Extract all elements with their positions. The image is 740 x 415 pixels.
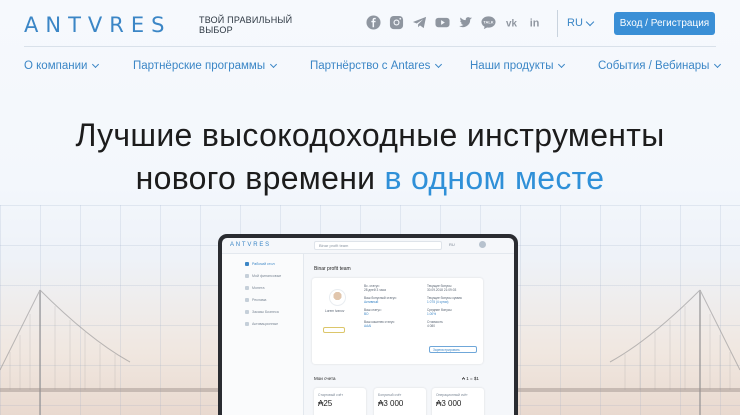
square-icon (245, 262, 249, 266)
profile-badge (323, 327, 345, 333)
brand-logo[interactable]: ANTVRES (24, 13, 171, 37)
nav-item-label: О компании (24, 60, 88, 72)
square-icon (245, 286, 249, 290)
nav-item-label: Наши продукты (470, 60, 554, 72)
screen-sidebar-item: Рабочий стол (245, 262, 275, 266)
card-value: 30.09.2018 21:09:03 (427, 288, 457, 292)
screen-search: Binar profit team (314, 241, 442, 250)
screen-sidebar-label: Активационные (252, 322, 279, 326)
vk-icon-label: vk (506, 18, 517, 29)
twitter-icon[interactable] (458, 15, 473, 30)
profile-name: Lorem Ivanov (325, 309, 345, 313)
nav-item-products[interactable]: Наши продукты (470, 60, 566, 72)
card-value: Активный (364, 300, 379, 304)
account-label: Стартовый счёт (318, 393, 343, 397)
account-card: Стартовый счёт ₳25 (314, 388, 366, 415)
account-label: Бонусный счёт (378, 393, 402, 397)
screen-title: Binar profit team (314, 266, 351, 272)
hero-title-plain: нового времени (135, 160, 385, 196)
nav-item-partner-programs[interactable]: Партнёрские программы (133, 60, 278, 72)
language-selector[interactable]: RU (567, 17, 595, 29)
telegram-icon[interactable] (412, 15, 427, 30)
nav-item-label: Партнёрство с Antares (310, 60, 431, 72)
laptop-mockup: ANTVRES Binar profit team RU Рабочий сто… (218, 234, 518, 415)
account-value: ₳25 (318, 399, 333, 408)
site-header: ANTVRES ТВОЙ ПРАВИЛЬНЫЙ ВЫБОР TALK vk in (0, 0, 740, 48)
social-links: TALK vk in (366, 15, 542, 30)
screen-sidebar-item: Активационные (245, 322, 279, 326)
tagline-line1: ТВОЙ ПРАВИЛЬНЫЙ (199, 15, 293, 25)
brand-tagline: ТВОЙ ПРАВИЛЬНЫЙ ВЫБОР (199, 15, 292, 35)
screen-logo: ANTVRES (230, 242, 271, 248)
nav-item-label: Партнёрские программы (133, 60, 266, 72)
youtube-icon[interactable] (435, 15, 450, 30)
account-value: ₳3 000 (378, 399, 404, 408)
screen-profile-card: Lorem Ivanov Вс. статус: 28 дней 3 часа … (312, 278, 483, 364)
hero-title-line1: Лучшие высокодоходные инструменты (75, 117, 665, 153)
square-icon (245, 322, 249, 326)
screen-sidebar-item: Заказы Бизнеса (245, 310, 279, 314)
account-value: ₳3 000 (436, 399, 462, 408)
linkedin-icon-label: in (530, 18, 540, 30)
nav-item-partnership[interactable]: Партнёрство с Antares (310, 60, 443, 72)
screen-avatar (479, 241, 486, 248)
square-icon (245, 310, 249, 314)
login-register-button[interactable]: Вход / Регистрация (614, 12, 715, 35)
language-label: RU (567, 17, 583, 29)
card-value: AAAI (364, 324, 372, 328)
facebook-icon[interactable] (366, 15, 381, 30)
tagline-line2: ВЫБОР (199, 25, 233, 35)
linkedin-icon[interactable]: in (527, 15, 542, 30)
screen-sidebar-label: Мой финансовые (252, 274, 282, 278)
nav-item-label: События / Вебинары (598, 60, 710, 72)
account-label: Операционный счёт (436, 393, 468, 397)
profile-avatar (329, 289, 346, 306)
screen-sidebar-label: Рабочий стол (252, 262, 275, 266)
screen-sidebar-label: Заказы Бизнеса (252, 310, 279, 314)
screen-sidebar-item: Мой финансовые (245, 274, 282, 278)
talk-icon[interactable]: TALK (481, 15, 496, 30)
screen-accounts-title: Мои счета (314, 376, 336, 381)
header-divider (557, 10, 558, 37)
screen-lang: RU (449, 242, 455, 247)
chevron-down-icon (558, 60, 566, 69)
screen-sidebar-label: Реклама (252, 298, 267, 302)
chevron-down-icon (585, 17, 595, 26)
screen-register-button: Зарегистрировать (429, 346, 477, 353)
instagram-icon[interactable] (389, 15, 404, 30)
account-card: Операционный счёт ₳3 000 (432, 388, 484, 415)
card-value: 1.00% (427, 312, 437, 316)
chevron-down-icon (270, 60, 278, 69)
vk-icon[interactable]: vk (504, 15, 519, 30)
talk-icon-label: TALK (483, 20, 493, 25)
card-value: ВО (364, 312, 369, 316)
screen-sidebar-item: Монета (245, 286, 265, 290)
main-nav: О компании Партнёрские программы Партнёр… (0, 60, 740, 80)
account-card: Бонусный счёт ₳3 000 (374, 388, 426, 415)
screen-sidebar-label: Монета (252, 286, 265, 290)
nav-item-events[interactable]: События / Вебинары (598, 60, 722, 72)
screen-rate: ₳ 1 = $1 (462, 376, 479, 381)
screen-sidebar: Рабочий стол Мой финансовые Монета Рекла… (222, 254, 304, 415)
header-separator (24, 46, 716, 47)
card-button-label: Зарегистрировать (433, 348, 460, 352)
screen-sidebar-item: Реклама (245, 298, 267, 302)
chevron-down-icon (714, 60, 722, 69)
card-value: 28 дней 3 часа (364, 288, 386, 292)
nav-item-about[interactable]: О компании (24, 60, 100, 72)
square-icon (245, 274, 249, 278)
hero-title-accent: в одном месте (384, 160, 605, 196)
card-value: 1 075 (4 сутки) (427, 300, 449, 304)
hero-title-line2: нового времени в одном месте (0, 160, 740, 197)
chevron-down-icon (92, 60, 100, 69)
chevron-down-icon (435, 60, 443, 69)
square-icon (245, 298, 249, 302)
card-value: 4 080 (427, 324, 435, 328)
dashboard-screenshot: ANTVRES Binar profit team RU Рабочий сто… (222, 238, 514, 415)
